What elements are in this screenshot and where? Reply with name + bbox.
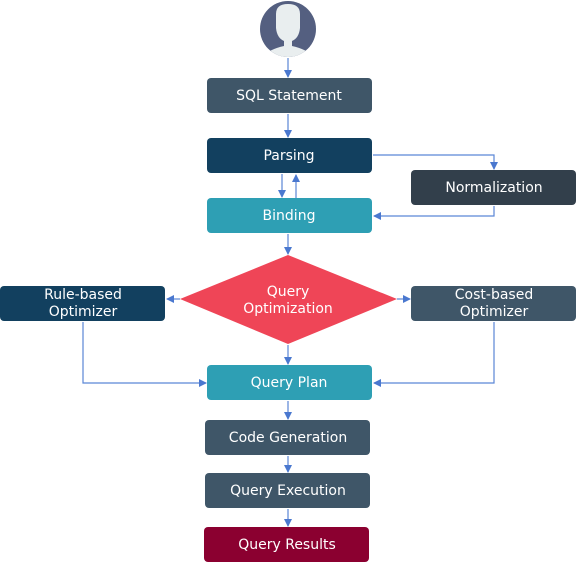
node-label-line1: Cost-based xyxy=(455,287,533,303)
node-query-results: Query Results xyxy=(204,527,369,562)
node-label-line1: Rule-based xyxy=(44,287,122,303)
node-label: Parsing xyxy=(263,148,314,164)
user-avatar-icon xyxy=(260,1,316,57)
node-label-line2: Optimizer xyxy=(460,304,529,320)
node-label-line2: Optimizer xyxy=(49,304,118,320)
edge-parsing-normalization xyxy=(373,154,498,170)
node-label: Normalization xyxy=(445,180,542,196)
node-label-line1: Query xyxy=(267,284,310,300)
node-cost-based-optimizer: Cost-based Optimizer xyxy=(411,286,576,321)
node-query-execution: Query Execution xyxy=(205,473,370,508)
node-label: Query Plan xyxy=(251,375,328,391)
node-label: Query Results xyxy=(238,537,336,553)
node-label: Code Generation xyxy=(229,430,347,446)
edge-normalization-binding xyxy=(373,206,495,220)
node-normalization: Normalization xyxy=(411,170,576,205)
node-label-line2: Optimization xyxy=(243,301,333,317)
node-rule-based-optimizer: Rule-based Optimizer xyxy=(0,286,165,321)
node-query-plan: Query Plan xyxy=(207,365,372,400)
query-processing-diagram: SQL Statement Parsing Normalization Bind… xyxy=(0,1,576,562)
node-code-generation: Code Generation xyxy=(205,420,370,455)
node-label: SQL Statement xyxy=(236,88,342,104)
node-sql-statement: SQL Statement xyxy=(207,78,372,113)
edge-cost-plan xyxy=(373,322,495,387)
node-query-optimization: Query Optimization xyxy=(180,255,397,344)
node-label: Binding xyxy=(263,208,316,224)
edge-rule-plan xyxy=(82,322,207,387)
node-label: Query Execution xyxy=(230,483,346,499)
node-binding: Binding xyxy=(207,198,372,233)
node-parsing: Parsing xyxy=(207,138,372,173)
